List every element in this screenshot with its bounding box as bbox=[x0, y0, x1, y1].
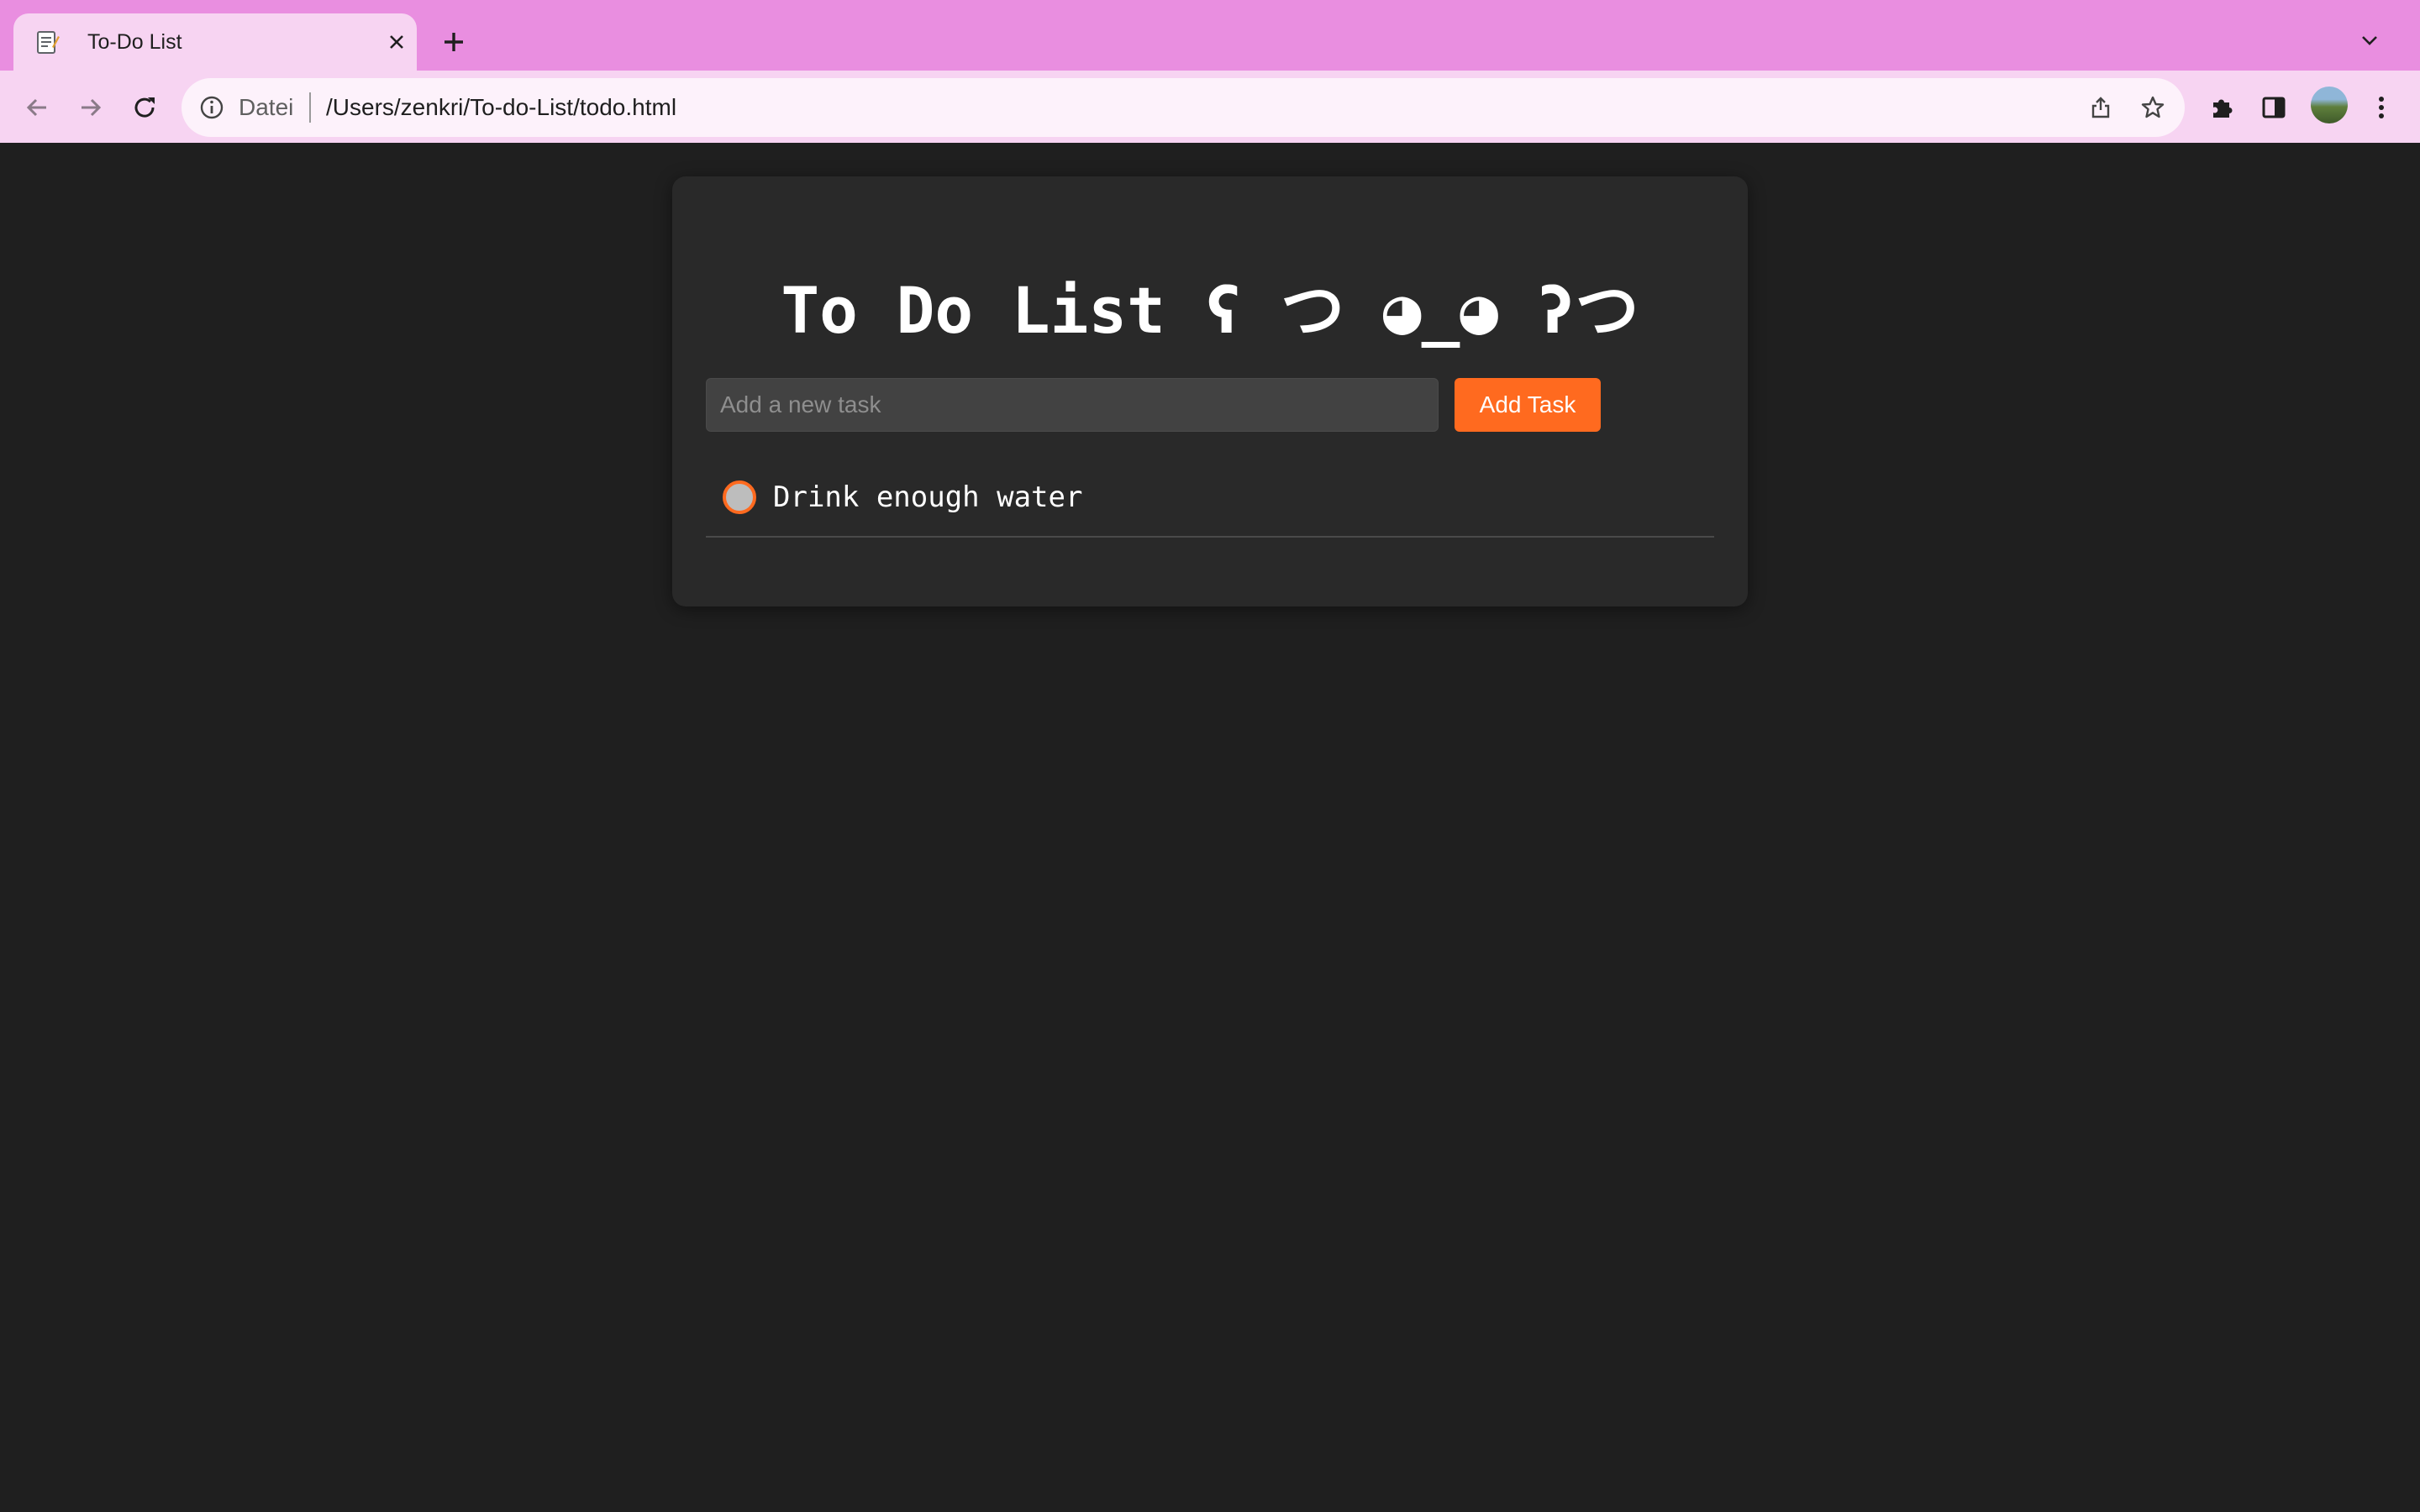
new-task-input[interactable] bbox=[706, 378, 1439, 432]
todo-card: To Do List ʕ つ ◕_◕ ʔつ Add Task Drink eno… bbox=[672, 176, 1748, 606]
task-checkbox[interactable] bbox=[723, 480, 756, 514]
back-icon[interactable] bbox=[17, 87, 57, 128]
address-bar[interactable]: Datei /Users/zenkri/To-do-List/todo.html bbox=[182, 78, 2185, 137]
tab-title: To-Do List bbox=[87, 30, 182, 54]
list-item: Drink enough water bbox=[706, 462, 1714, 538]
add-task-button[interactable]: Add Task bbox=[1455, 378, 1601, 432]
browser-toolbar: Datei /Users/zenkri/To-do-List/todo.html bbox=[0, 71, 2420, 144]
reload-icon[interactable] bbox=[124, 87, 165, 128]
forward-icon[interactable] bbox=[71, 87, 111, 128]
site-info-icon[interactable] bbox=[198, 94, 225, 121]
omnibox-divider bbox=[309, 92, 311, 123]
new-tab-icon[interactable] bbox=[434, 22, 474, 62]
task-text[interactable]: Drink enough water bbox=[773, 480, 1082, 514]
tab-strip: To-Do List bbox=[0, 0, 2420, 71]
page-title: To Do List ʕ つ ◕_◕ ʔつ bbox=[781, 273, 1639, 348]
side-panel-icon[interactable] bbox=[2254, 87, 2294, 128]
share-icon[interactable] bbox=[2087, 94, 2114, 121]
url-text[interactable]: /Users/zenkri/To-do-List/todo.html bbox=[326, 94, 676, 121]
close-icon[interactable] bbox=[383, 29, 410, 55]
more-menu-icon[interactable] bbox=[2361, 87, 2402, 128]
browser-tab[interactable]: To-Do List bbox=[13, 13, 417, 71]
bookmark-star-icon[interactable] bbox=[2139, 94, 2166, 121]
tab-list-icon[interactable] bbox=[2351, 22, 2388, 59]
extensions-icon[interactable] bbox=[2202, 87, 2242, 128]
notepad-icon bbox=[34, 29, 60, 55]
profile-avatar[interactable] bbox=[2311, 87, 2348, 123]
page-viewport: To Do List ʕ つ ◕_◕ ʔつ Add Task Drink eno… bbox=[0, 143, 2420, 1512]
browser-chrome: To-Do List Datei /Users/zenkri/To-do-Lis… bbox=[0, 0, 2420, 144]
task-list: Drink enough water bbox=[706, 462, 1714, 538]
scheme-label: Datei bbox=[239, 94, 294, 120]
